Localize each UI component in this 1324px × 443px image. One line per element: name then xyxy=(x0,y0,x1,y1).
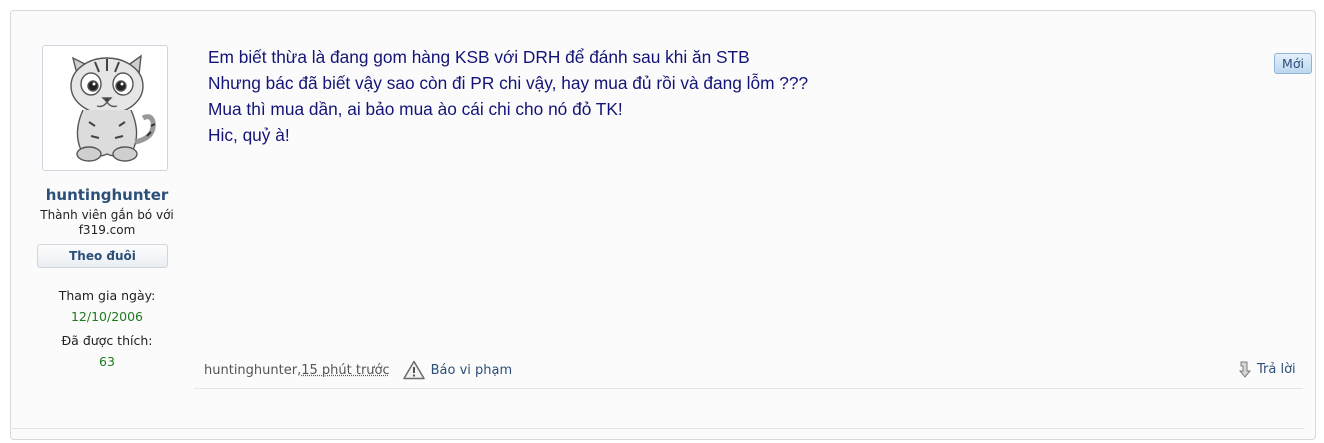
report-link[interactable]: Báo vi phạm xyxy=(431,363,513,378)
follow-button[interactable]: Theo đuôi xyxy=(37,244,168,268)
joined-label: Tham gia ngày: xyxy=(58,288,156,303)
likes-value: 63 xyxy=(99,354,115,369)
avatar[interactable] xyxy=(42,45,168,171)
username[interactable]: huntinghunter xyxy=(20,186,194,204)
message-line: Hic, quỷ à! xyxy=(208,125,290,145)
tiger-avatar-image xyxy=(70,54,156,162)
new-badge: Mới xyxy=(1274,53,1312,74)
likes-label: Đã được thích: xyxy=(61,333,153,348)
reply-label: Trả lời xyxy=(1257,361,1296,377)
message-line: Nhưng bác đã biết vậy sao còn đi PR chi … xyxy=(208,73,809,93)
user-title: Thành viên gắn bó với f319.com xyxy=(40,208,174,237)
post-time[interactable]: 15 phút trước xyxy=(301,363,389,378)
footer-author[interactable]: huntinghunter xyxy=(204,363,297,378)
footer-divider xyxy=(194,388,1303,389)
warning-triangle-icon[interactable] xyxy=(402,360,425,380)
message-line: Em biết thừa là đang gom hàng KSB với DR… xyxy=(208,47,750,67)
reply-arrow-icon xyxy=(1238,360,1252,378)
message-line: Mua thì mua dần, ai bảo mua ào cái chi c… xyxy=(208,99,623,119)
reply-button[interactable]: Trả lời xyxy=(1238,360,1296,378)
post-bottom-divider xyxy=(10,428,1304,429)
message-body: Em biết thừa là đang gom hàng KSB với DR… xyxy=(208,44,1248,148)
post-footer: huntinghunter, 15 phút trước Báo vi phạm xyxy=(204,360,512,380)
joined-value: 12/10/2006 xyxy=(70,309,144,324)
